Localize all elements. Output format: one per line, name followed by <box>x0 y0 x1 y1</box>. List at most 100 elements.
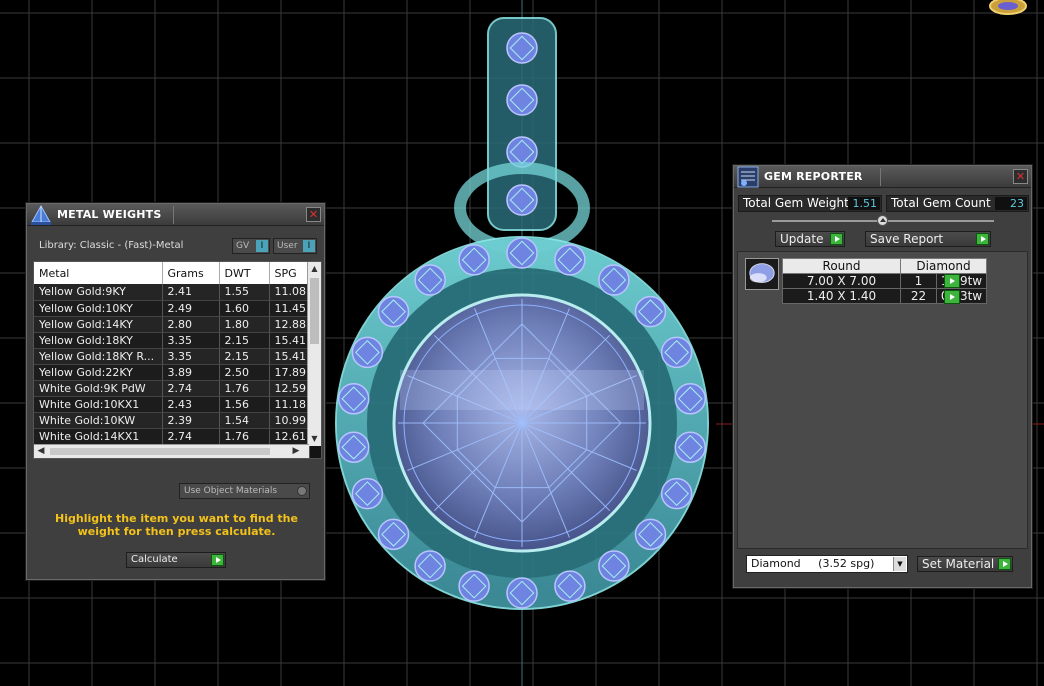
close-button[interactable]: ✕ <box>306 207 321 222</box>
gem-report-icon <box>737 166 759 188</box>
calculate-button[interactable]: Calculate <box>126 552 226 568</box>
material-select-value: Diamond (3.52 spg) <box>751 557 875 570</box>
spg-cell: 10.99 <box>269 412 310 429</box>
table-row[interactable]: Yellow Gold:10KY 2.49 1.60 11.45 <box>34 300 310 317</box>
chevron-down-icon[interactable]: ▼ <box>893 557 906 571</box>
scroll-thumb[interactable] <box>310 278 319 344</box>
column-header-spg[interactable]: SPG <box>269 262 310 284</box>
grams-cell: 3.35 <box>162 348 220 365</box>
scroll-up-icon[interactable]: ▲ <box>308 262 321 276</box>
user-toggle[interactable]: User I <box>273 238 317 254</box>
play-icon <box>998 558 1011 570</box>
table-row[interactable]: White Gold:14KX1 2.74 1.76 12.61 <box>34 428 310 445</box>
total-gem-weight-label: Total Gem Weight <box>743 196 849 210</box>
spg-cell: 17.89 <box>269 364 310 381</box>
save-report-button[interactable]: Save Report <box>865 231 991 247</box>
vertical-scrollbar[interactable]: ▲ ▼ <box>307 262 321 446</box>
table-row[interactable]: White Gold:10KX1 2.43 1.56 11.18 <box>34 396 310 413</box>
column-header-metal[interactable]: Metal <box>34 262 163 284</box>
grams-cell: 2.49 <box>162 300 220 317</box>
radio-dot-icon <box>297 486 307 496</box>
scroll-left-icon[interactable]: ◀ <box>34 445 48 458</box>
title-divider <box>880 168 881 186</box>
grams-cell: 3.35 <box>162 332 220 349</box>
update-label: Update <box>780 232 824 246</box>
metal-name-cell: White Gold:14KX1 <box>34 428 163 445</box>
metal-weights-titlebar[interactable]: METAL WEIGHTS ✕ <box>27 204 324 226</box>
round-gem-icon[interactable] <box>745 258 779 290</box>
select-row-1-button[interactable] <box>944 274 960 288</box>
column-header-grams[interactable]: Grams <box>162 262 220 284</box>
size-slider[interactable] <box>772 215 994 226</box>
library-label: Library: Classic - (Fast)-Metal <box>39 240 184 251</box>
table-row[interactable]: Yellow Gold:22KY 3.89 2.50 17.89 <box>34 364 310 381</box>
scroll-down-icon[interactable]: ▼ <box>308 432 321 446</box>
table-row[interactable]: White Gold:9K PdW 2.74 1.76 12.59 <box>34 380 310 397</box>
spg-cell: 12.59 <box>269 380 310 397</box>
total-gem-count-value: 23 <box>995 197 1027 210</box>
metal-name-cell: White Gold:10KX1 <box>34 396 163 413</box>
scroll-thumb[interactable] <box>50 448 270 455</box>
metal-name-cell: Yellow Gold:22KY <box>34 364 163 381</box>
gem-reporter-titlebar[interactable]: GEM REPORTER ✕ <box>734 166 1031 188</box>
close-button[interactable]: ✕ <box>1013 169 1028 184</box>
dwt-cell: 2.15 <box>219 332 270 349</box>
dwt-cell: 1.76 <box>219 428 270 445</box>
spg-cell: 11.08 <box>269 284 310 301</box>
metal-name-cell: Yellow Gold:18KY <box>34 332 163 349</box>
update-button[interactable]: Update <box>775 231 845 247</box>
scale-icon <box>31 204 51 225</box>
metal-name-cell: White Gold:10KW <box>34 412 163 429</box>
grams-cell: 2.74 <box>162 380 220 397</box>
use-object-materials-toggle[interactable]: Use Object Materials <box>179 483 310 499</box>
play-icon <box>976 233 989 245</box>
calculate-label: Calculate <box>131 554 178 565</box>
dwt-cell: 1.60 <box>219 300 270 317</box>
table-row[interactable]: Yellow Gold:9KY 2.41 1.55 11.08 <box>34 284 310 301</box>
material-select[interactable]: Diamond (3.52 spg) ▼ <box>746 555 908 573</box>
spg-cell: 15.41 <box>269 348 310 365</box>
dwt-cell: 1.76 <box>219 380 270 397</box>
gv-toggle[interactable]: GV I <box>232 238 270 254</box>
table-row[interactable]: Yellow Gold:14KY 2.80 1.80 12.88 <box>34 316 310 333</box>
scroll-right-icon[interactable]: ▶ <box>289 445 303 458</box>
set-material-button[interactable]: Set Material <box>917 556 1013 572</box>
dwt-cell: 1.55 <box>219 284 270 301</box>
gv-toggle-knob: I <box>256 240 268 252</box>
metal-name-cell: Yellow Gold:14KY <box>34 316 163 333</box>
total-gem-weight: Total Gem Weight 1.51 <box>738 195 882 212</box>
slider-knob[interactable] <box>877 215 888 226</box>
view-cube-icon[interactable] <box>989 0 1027 15</box>
select-row-2-button[interactable] <box>944 290 960 304</box>
metal-table[interactable]: Metal Grams DWT SPG Yellow Gold:9KY 2.41 1… <box>33 261 322 459</box>
column-header-shape: Round <box>782 258 901 274</box>
set-material-label: Set Material <box>922 557 995 571</box>
gem-size-cell: 7.00 X 7.00 <box>782 273 901 289</box>
dwt-cell: 2.15 <box>219 348 270 365</box>
metal-name-cell: White Gold:9K PdW <box>34 380 163 397</box>
column-header-dwt[interactable]: DWT <box>219 262 270 284</box>
use-object-materials-label: Use Object Materials <box>184 486 278 496</box>
gv-toggle-label: GV <box>236 241 250 251</box>
user-toggle-knob: I <box>303 240 315 252</box>
metal-name-cell: Yellow Gold:9KY <box>34 284 163 301</box>
gem-count-cell: 22 <box>900 288 937 304</box>
gem-reporter-panel: GEM REPORTER ✕ Total Gem Weight 1.51 Tot… <box>733 165 1032 588</box>
metal-name-cell: Yellow Gold:10KY <box>34 300 163 317</box>
spg-cell: 15.41 <box>269 332 310 349</box>
grams-cell: 3.89 <box>162 364 220 381</box>
dwt-cell: 1.54 <box>219 412 270 429</box>
horizontal-scrollbar[interactable]: ◀ ▶ <box>34 444 309 458</box>
grams-cell: 2.80 <box>162 316 220 333</box>
table-row[interactable]: Yellow Gold:18KY R... 3.35 2.15 15.41 <box>34 348 310 365</box>
metal-weights-panel: METAL WEIGHTS ✕ Library: Classic - (Fast… <box>26 203 325 580</box>
table-row[interactable]: White Gold:10KW 2.39 1.54 10.99 <box>34 412 310 429</box>
play-icon <box>830 233 843 245</box>
column-header-material: Diamond <box>900 258 987 274</box>
table-row[interactable]: Yellow Gold:18KY 3.35 2.15 15.41 <box>34 332 310 349</box>
user-toggle-label: User <box>277 241 298 251</box>
save-report-label: Save Report <box>870 232 944 246</box>
gem-list[interactable]: Round Diamond 7.00 X 7.00 1 1.29tw 1.40 X 1… <box>737 251 1028 549</box>
dwt-cell: 1.80 <box>219 316 270 333</box>
metal-name-cell: Yellow Gold:18KY R... <box>34 348 163 365</box>
